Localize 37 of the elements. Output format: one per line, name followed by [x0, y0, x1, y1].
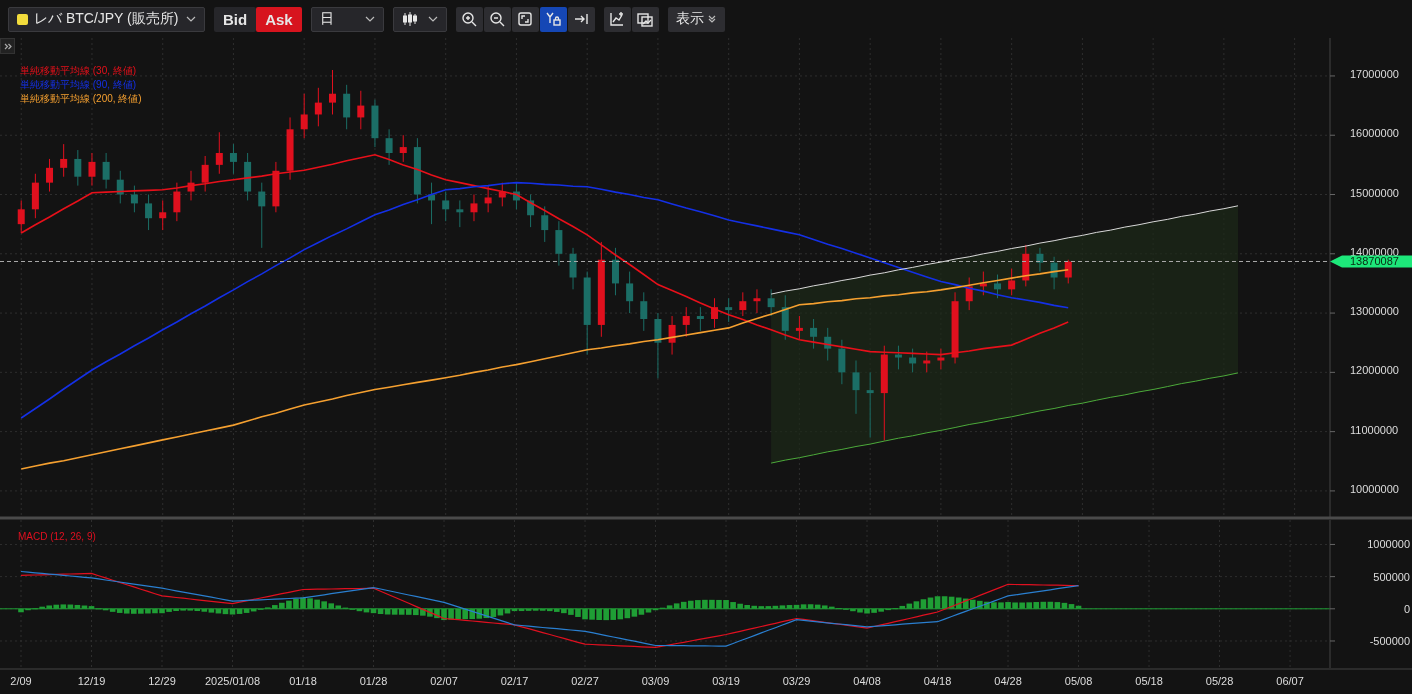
legend-label: 単純移動平均線 (30, 終値): [20, 65, 137, 76]
x-axis-label: 04/08: [853, 675, 881, 687]
legend-label: 単純移動平均線 (200, 終値): [20, 93, 142, 104]
x-axis-label: 03/29: [782, 675, 811, 687]
x-axis-label: 2025/01/08: [205, 675, 261, 687]
x-axis-label: 04/18: [923, 675, 952, 687]
x-axis-label: 05/08: [1064, 675, 1093, 687]
x-axis-label: 06/07: [1276, 675, 1304, 687]
x-axis-label: 05/18: [1135, 675, 1163, 687]
legend-label: 単純移動平均線 (90, 終値): [20, 79, 137, 90]
y-axis-label: 10000000: [1350, 482, 1399, 495]
x-axis-label: 04/28: [994, 675, 1022, 687]
x-axis-label: 01/18: [289, 675, 317, 687]
x-axis-label: 02/17: [500, 675, 529, 687]
y-axis-label: 500000: [1373, 570, 1410, 583]
x-axis-label: 12/19: [77, 675, 106, 687]
y-axis-label: 11000000: [1350, 423, 1399, 436]
x-axis-label: 02/07: [430, 675, 458, 687]
x-axis-label: 05/28: [1205, 675, 1234, 687]
y-axis-label: 15000000: [1350, 186, 1399, 199]
indicator-label: MACD (12, 26, 9): [18, 531, 96, 542]
x-axis-label: 2/09: [10, 675, 32, 687]
y-axis-label: -500000: [1369, 634, 1410, 647]
ref-line-label: 13870087: [1350, 255, 1399, 268]
y-axis-label: 1000000: [1367, 538, 1410, 551]
current-price-label: 13870087: [1330, 255, 1412, 268]
y-axis-label: 14000000: [1350, 245, 1399, 258]
y-axis-label: 13000000: [1350, 305, 1399, 318]
y-axis-label: 0: [1403, 602, 1410, 615]
y-axis-label: 17000000: [1350, 67, 1399, 80]
x-axis-label: 03/09: [641, 675, 670, 687]
y-axis-label: 12000000: [1350, 364, 1399, 377]
x-axis-label: 02/27: [571, 675, 599, 687]
x-axis-label: 03/19: [712, 675, 740, 687]
x-axis-label: 01/28: [359, 675, 388, 687]
x-axis-label: 12/29: [148, 675, 176, 687]
y-axis-label: 16000000: [1350, 127, 1399, 140]
